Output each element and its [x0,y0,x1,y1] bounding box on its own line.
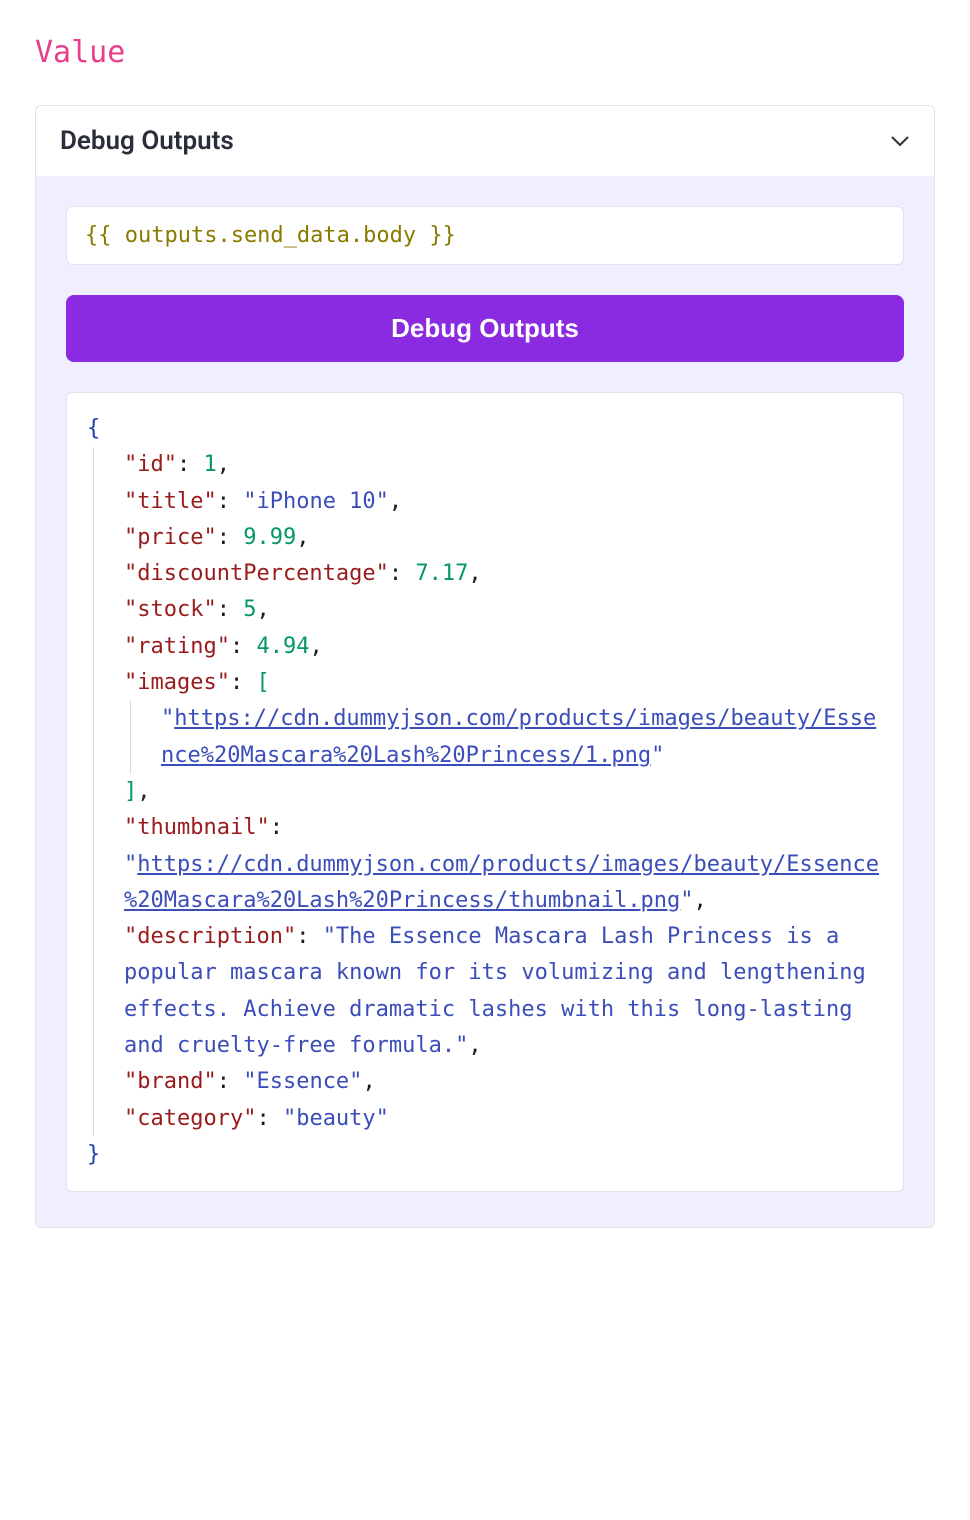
panel-header[interactable]: Debug Outputs [36,106,934,176]
panel-body: {{ outputs.send_data.body }} Debug Outpu… [36,176,934,1227]
json-key-thumbnail: "thumbnail" [124,815,270,840]
json-key-category: "category" [124,1106,256,1131]
panel-title: Debug Outputs [60,126,234,156]
json-value-images-url[interactable]: https://cdn.dummyjson.com/products/image… [161,706,876,767]
json-key-brand: "brand" [124,1069,217,1094]
json-key-stock: "stock" [124,597,217,622]
chevron-down-icon [890,131,910,151]
json-key-rating: "rating" [124,634,230,659]
json-key-images: "images" [124,670,230,695]
json-value-title: "iPhone 10" [243,489,389,514]
json-value-discount: 7.17 [415,561,468,586]
json-key-discount: "discountPercentage" [124,561,389,586]
json-close-brace: } [87,1142,100,1167]
json-key-title: "title" [124,489,217,514]
json-value-id: 1 [203,452,216,477]
json-output: { "id": 1, "title": "iPhone 10", "price"… [66,392,904,1192]
debug-outputs-button[interactable]: Debug Outputs [66,295,904,362]
json-value-stock: 5 [243,597,256,622]
json-value-brand: "Essence" [243,1069,362,1094]
section-title: Value [35,35,935,70]
json-open-brace: { [87,416,100,441]
json-key-id: "id" [124,452,177,477]
json-value-category: "beauty" [283,1106,389,1131]
json-value-price: 9.99 [243,525,296,550]
json-value-rating: 4.94 [256,634,309,659]
expression-input[interactable]: {{ outputs.send_data.body }} [66,206,904,265]
json-key-description: "description" [124,924,296,949]
json-value-thumbnail-url[interactable]: https://cdn.dummyjson.com/products/image… [124,852,879,913]
json-key-price: "price" [124,525,217,550]
debug-outputs-panel: Debug Outputs {{ outputs.send_data.body … [35,105,935,1228]
